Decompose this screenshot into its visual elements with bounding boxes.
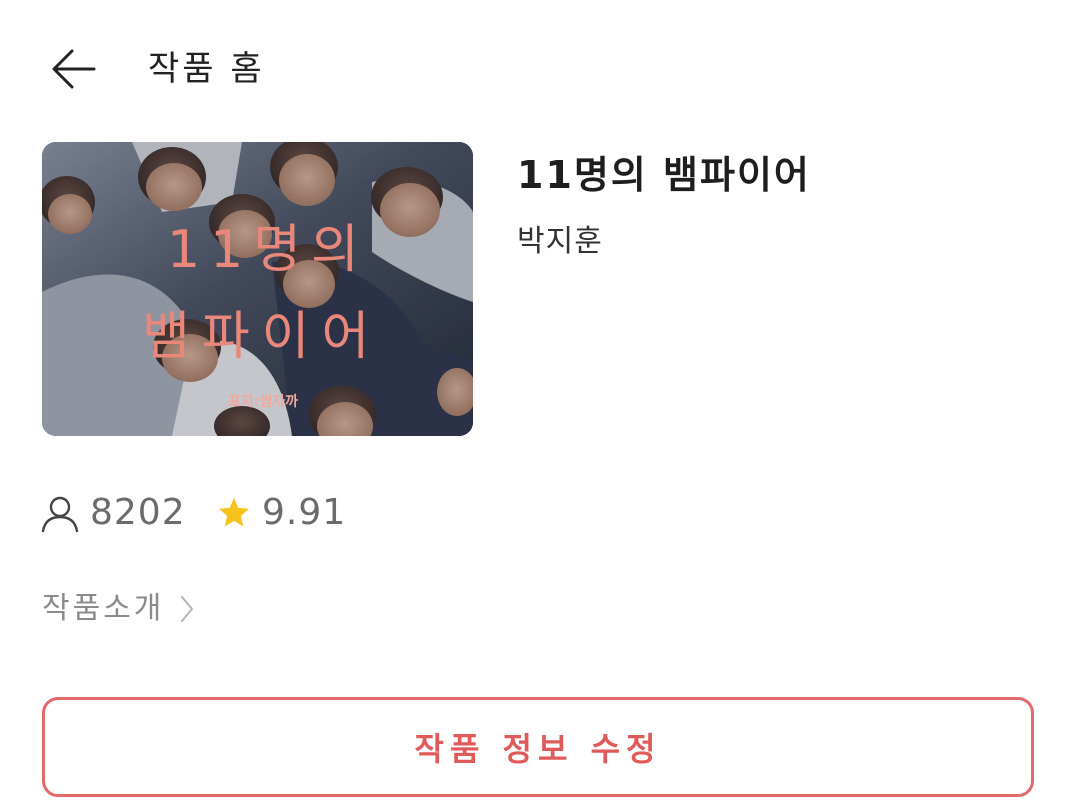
- intro-label: 작품소개: [42, 591, 165, 626]
- star-icon: [219, 498, 249, 527]
- views-count: 8202: [90, 492, 186, 533]
- arrow-left-icon: [52, 49, 96, 89]
- rating-value: 9.91: [262, 492, 347, 533]
- book-title: 11명의 뱀파이어: [517, 153, 811, 197]
- cover-title-line2: 뱀파이어: [142, 307, 381, 367]
- header: 작품 홈: [0, 0, 1080, 140]
- person-icon: [41, 496, 79, 533]
- intro-link[interactable]: 작품소개: [42, 584, 193, 634]
- chevron-right-icon: [181, 596, 193, 622]
- cover-credit: 표지:썸자까: [228, 393, 298, 410]
- cover-image: 11명의 뱀파이어 표지:썸자까: [42, 142, 473, 436]
- book-author[interactable]: 박지훈: [517, 220, 603, 264]
- cover-title-line1: 11명의: [167, 220, 369, 280]
- back-button[interactable]: [46, 44, 98, 94]
- edit-work-info-button[interactable]: 작품 정보 수정: [42, 697, 1034, 797]
- edit-work-info-label: 작품 정보 수정: [414, 730, 662, 768]
- book-cover[interactable]: 11명의 뱀파이어 표지:썸자까: [42, 142, 473, 436]
- page-title: 작품 홈: [148, 49, 265, 89]
